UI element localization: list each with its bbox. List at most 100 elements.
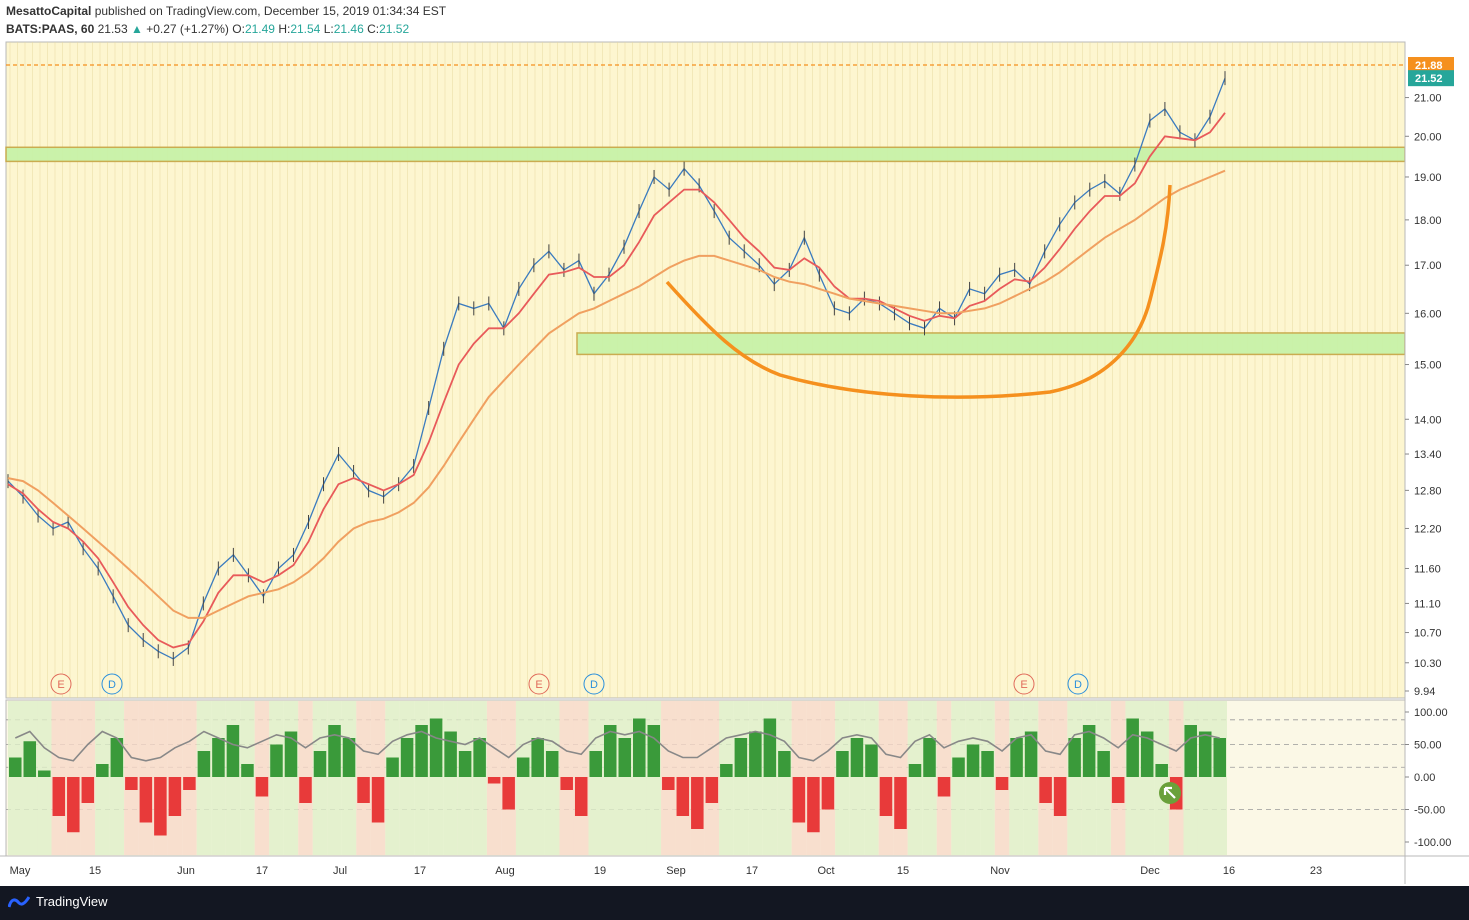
osc-band xyxy=(341,701,357,855)
x-tick-label: 15 xyxy=(89,865,101,877)
osc-bar xyxy=(763,718,777,777)
osc-bar xyxy=(850,738,864,777)
osc-bar xyxy=(545,751,559,777)
osc-band xyxy=(1139,701,1155,855)
osc-band xyxy=(864,701,879,855)
osc-bar xyxy=(226,725,240,777)
osc-band xyxy=(719,701,734,855)
osc-bar xyxy=(908,764,922,777)
osc-band xyxy=(617,701,633,855)
osc-bar xyxy=(966,744,980,777)
osc-band xyxy=(777,701,792,855)
osc-band xyxy=(530,701,545,855)
osc-band xyxy=(240,701,255,855)
osc-y-tick-label: 100.00 xyxy=(1414,707,1448,719)
osc-band xyxy=(748,701,763,855)
osc-bar xyxy=(197,751,211,777)
chart-canvas[interactable]: E D E D E D 21.00 20.00 19.00 18.00 17.00 16.00 15.… xyxy=(0,0,1469,886)
osc-band xyxy=(951,701,966,855)
x-tick-label: Jul xyxy=(333,865,347,877)
osc-band xyxy=(965,701,981,855)
osc-bar xyxy=(574,777,588,816)
osc-band xyxy=(196,701,212,855)
osc-bar xyxy=(1097,751,1110,777)
osc-bar xyxy=(386,757,399,777)
osc-band xyxy=(907,701,923,855)
osc-y-tick-label: 0.00 xyxy=(1414,772,1435,784)
osc-bar xyxy=(96,764,109,777)
y-tick-label: 11.60 xyxy=(1414,563,1441,575)
osc-band xyxy=(1067,701,1082,855)
osc-band xyxy=(1096,701,1111,855)
x-tick-label: Nov xyxy=(990,865,1010,877)
osc-bar xyxy=(981,751,994,777)
y-tick-label: 11.10 xyxy=(1414,598,1441,610)
osc-bar xyxy=(52,777,66,816)
event-label: E xyxy=(57,679,64,691)
osc-bar xyxy=(836,751,849,777)
osc-band xyxy=(399,701,415,855)
x-tick-label: 16 xyxy=(1223,865,1235,877)
y-tick-label: 10.70 xyxy=(1414,628,1442,640)
y-tick-label: 21.00 xyxy=(1414,93,1442,105)
osc-band xyxy=(269,701,284,855)
osc-band xyxy=(211,701,226,855)
osc-bar xyxy=(212,738,225,777)
osc-bar xyxy=(865,744,878,777)
osc-bar xyxy=(1126,718,1139,777)
osc-band xyxy=(414,701,429,855)
osc-bar xyxy=(516,757,530,777)
y-tick-label: 9.94 xyxy=(1414,686,1435,698)
x-tick-label: Aug xyxy=(495,865,515,877)
osc-band xyxy=(849,701,865,855)
osc-bar xyxy=(81,777,95,803)
event-label: D xyxy=(108,679,116,691)
y-tick-label: 17.00 xyxy=(1414,260,1442,272)
event-label: D xyxy=(1074,679,1082,691)
osc-bar xyxy=(647,725,661,777)
y-tick-label: 18.00 xyxy=(1414,215,1442,227)
osc-bar xyxy=(371,777,385,823)
zone-support xyxy=(576,332,1406,356)
osc-band xyxy=(1081,701,1097,855)
osc-bar xyxy=(67,777,80,833)
osc-bar xyxy=(139,777,153,823)
osc-bar xyxy=(937,777,951,797)
osc-bar xyxy=(241,764,254,777)
osc-bar xyxy=(183,777,196,790)
osc-bar xyxy=(328,725,341,777)
osc-bar xyxy=(589,751,602,777)
osc-bar xyxy=(618,738,632,777)
osc-bar xyxy=(662,777,675,790)
osc-bar xyxy=(1010,738,1023,777)
brand-name: TradingView xyxy=(36,894,108,909)
osc-bar xyxy=(1053,777,1067,816)
osc-bar xyxy=(720,764,733,777)
osc-bar xyxy=(487,777,501,784)
osc-band xyxy=(1183,701,1198,855)
x-tick-label: 17 xyxy=(414,865,426,877)
event-label: E xyxy=(1020,679,1027,691)
osc-bar xyxy=(313,751,327,777)
osc-band xyxy=(225,701,241,855)
y-tick-label: 13.40 xyxy=(1414,449,1442,461)
tradingview-logo[interactable]: TradingView xyxy=(8,894,108,909)
osc-band xyxy=(544,701,560,855)
osc-bar xyxy=(270,744,283,777)
osc-band xyxy=(922,701,937,855)
osc-bar xyxy=(1213,738,1226,777)
osc-bar xyxy=(894,777,907,829)
osc-bar xyxy=(400,738,414,777)
osc-band xyxy=(1009,701,1024,855)
osc-band xyxy=(646,701,662,855)
osc-bar xyxy=(995,777,1009,790)
osc-band xyxy=(283,701,299,855)
osc-band xyxy=(312,701,328,855)
y-tick-label: 16.00 xyxy=(1414,308,1442,320)
osc-bar xyxy=(502,777,515,810)
x-tick-label: 19 xyxy=(594,865,606,877)
y-tick-label: 19.00 xyxy=(1414,172,1442,184)
osc-bar xyxy=(705,777,719,803)
osc-band xyxy=(327,701,342,855)
osc-band xyxy=(22,701,38,855)
